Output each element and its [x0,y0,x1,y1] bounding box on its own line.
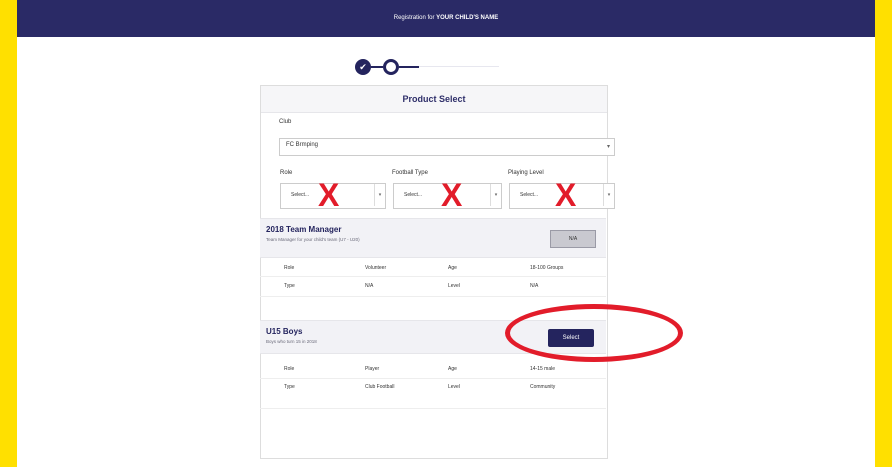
product-details-team-manager: Role Volunteer Age 18-100 Groups Type N/… [260,256,606,304]
registration-header: Registration for YOUR CHILD'S NAME [17,0,875,37]
red-x-annotation: X [318,177,340,213]
product-details-u15-boys: Role Player Age 14-15 male Type Club Foo… [260,352,606,412]
detail-key: Type [284,384,295,390]
playing-level-label: Playing Level [508,170,544,176]
step-connector [399,66,419,68]
chevron-down-icon: ▾ [490,184,501,206]
detail-value: Player [365,366,380,372]
not-available-button[interactable]: N/A [550,230,596,248]
chevron-down-icon: ▾ [606,144,610,150]
divider [260,296,606,297]
divider [260,378,606,379]
detail-value: 18-100 Groups [530,265,564,271]
child-name: YOUR CHILD'S NAME [436,15,499,21]
divider [260,408,606,409]
red-x-annotation: X [441,177,463,213]
detail-key: Level [448,283,460,289]
detail-key: Age [448,265,457,271]
divider [260,276,606,277]
detail-value: N/A [530,283,539,289]
club-select[interactable]: FC Brmping ▾ [279,138,615,156]
product-subtitle: Team Manager for your child's team (U7 -… [266,237,360,242]
detail-key: Role [284,265,295,271]
detail-key: Role [284,366,295,372]
product-subtitle: Boys who turn 15 in 2018 [266,339,317,344]
role-select-value: Select... [291,192,310,198]
detail-value: 14-15 male [530,366,556,372]
detail-value: N/A [365,283,374,289]
red-ellipse-annotation [505,304,683,362]
step-connector [371,66,383,68]
chevron-down-icon: ▾ [603,184,614,206]
football-type-label: Football Type [392,170,428,176]
detail-key: Age [448,366,457,372]
detail-value: Club Football [365,384,395,390]
detail-value: Volunteer [365,265,387,271]
step-connector [419,66,499,67]
product-header-team-manager: 2018 Team Manager Team Manager for your … [260,218,606,258]
registration-prefix: Registration for [393,15,435,21]
role-label: Role [280,170,293,176]
red-x-annotation: X [555,177,577,213]
product-title: 2018 Team Manager [266,225,342,234]
playing-level-select-value: Select... [520,192,539,198]
chevron-down-icon: ▾ [374,184,385,206]
step-complete-check-icon: ✔ [355,59,371,75]
football-type-select-value: Select... [404,192,423,198]
detail-key: Level [448,384,460,390]
detail-value: Community [530,384,556,390]
club-label: Club [279,119,292,125]
detail-key: Type [284,283,295,289]
product-title: U15 Boys [266,327,303,336]
club-value: FC Brmping [286,142,319,148]
card-title: Product Select [261,86,607,113]
step-current [383,59,399,75]
